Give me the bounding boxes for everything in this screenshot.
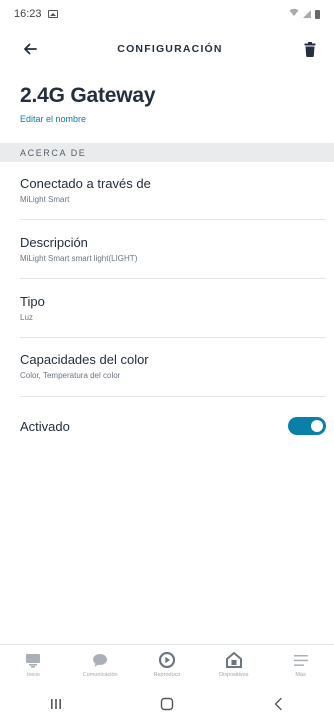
nav-label: Inicio — [26, 672, 40, 678]
info-row-description: Descripción MiLight Smart smart light(LI… — [20, 235, 320, 263]
gallery-notification-icon — [47, 10, 58, 18]
row-value: Color, Temperatura del color — [20, 371, 121, 380]
row-label: Descripción — [20, 235, 88, 250]
nav-item-home[interactable]: Inicio — [2, 651, 64, 678]
back-button-icon[interactable] — [258, 692, 298, 716]
info-row-color-capabilities: Capacidades del color Color, Temperatura… — [20, 352, 320, 380]
nav-label: Reproducir — [153, 672, 181, 678]
trash-icon[interactable] — [300, 39, 320, 59]
wifi-icon — [289, 8, 299, 20]
row-divider — [20, 396, 326, 397]
row-divider — [20, 278, 326, 279]
row-label: Tipo — [20, 294, 45, 309]
nav-item-communication[interactable]: Comunicación — [69, 651, 131, 678]
info-row-type: Tipo Luz — [20, 294, 320, 322]
recent-apps-icon[interactable] — [36, 692, 76, 716]
nav-label: Comunicación — [82, 672, 118, 678]
nav-label: Dispositivos — [219, 672, 249, 678]
settings-screen: 16:23 CONFIGURACIÓN 2.4G Gateway Editar … — [0, 0, 334, 720]
nav-item-devices[interactable]: Dispositivos — [203, 651, 265, 678]
play-icon — [158, 651, 176, 669]
devices-icon — [225, 651, 243, 669]
menu-icon — [292, 651, 310, 669]
status-time: 16:23 — [14, 8, 42, 20]
row-label: Conectado a través de — [20, 176, 151, 191]
row-divider — [20, 219, 326, 220]
status-left: 16:23 — [14, 8, 58, 20]
status-bar: 16:23 — [0, 0, 334, 28]
edit-name-link[interactable]: Editar el nombre — [20, 114, 86, 124]
row-value: MiLight Smart smart light(LIGHT) — [20, 254, 138, 263]
bottom-nav: Inicio Comunicación Reproducir Dispositi… — [0, 644, 334, 688]
toggle-label: Activado — [20, 418, 70, 434]
row-divider — [20, 337, 326, 338]
section-header-about: ACERCA DE — [0, 143, 334, 162]
home-button-icon[interactable] — [147, 692, 187, 716]
nav-label: Más — [295, 672, 306, 678]
row-value: Luz — [20, 313, 33, 322]
toggle-knob — [311, 420, 323, 432]
battery-icon — [315, 9, 320, 19]
info-row-connected-via: Conectado a través de MiLight Smart — [20, 176, 320, 204]
enabled-toggle-row: Activado — [20, 416, 326, 436]
nav-item-more[interactable]: Más — [270, 651, 332, 678]
signal-icon — [303, 10, 311, 18]
back-arrow-icon[interactable] — [20, 39, 40, 59]
chat-icon — [91, 651, 109, 669]
status-right — [289, 8, 320, 20]
row-value: MiLight Smart — [20, 195, 70, 204]
device-name: 2.4G Gateway — [20, 84, 156, 107]
row-label: Capacidades del color — [20, 352, 149, 367]
nav-item-play[interactable]: Reproducir — [136, 651, 198, 678]
enabled-toggle[interactable] — [288, 417, 326, 435]
page-title: CONFIGURACIÓN — [117, 43, 223, 55]
system-nav-bar — [0, 688, 334, 720]
home-icon — [24, 651, 42, 669]
top-app-bar: CONFIGURACIÓN — [0, 30, 334, 68]
